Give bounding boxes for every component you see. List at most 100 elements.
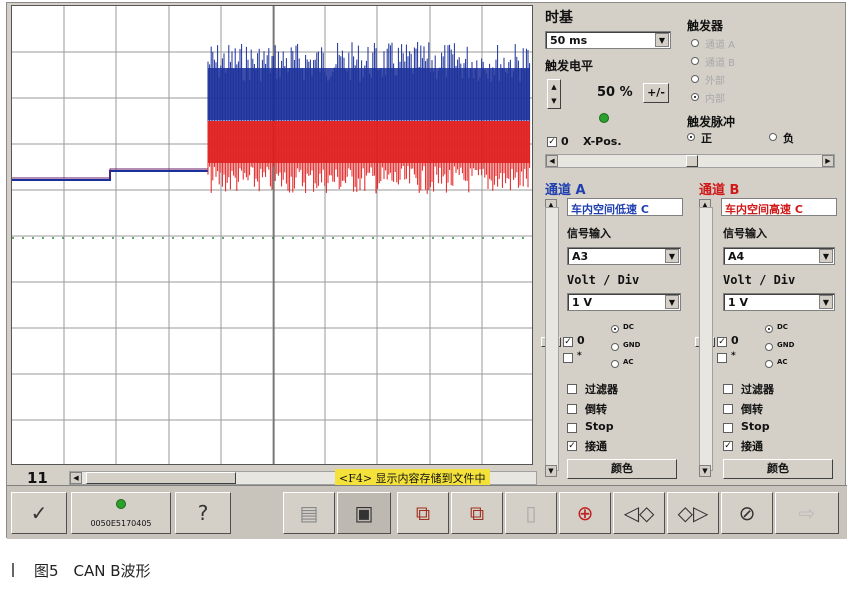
channel-b-color-button[interactable]: 颜色 xyxy=(723,459,833,479)
channel-a-stop-checkbox[interactable] xyxy=(567,423,577,433)
xpos-label: X-Pos. xyxy=(583,135,622,148)
channel-a-offset-track[interactable] xyxy=(545,207,559,471)
trigger-source-int-label: 内部 xyxy=(705,94,725,105)
help-icon: ? xyxy=(197,501,209,525)
channel-a-filter-checkbox[interactable] xyxy=(567,384,577,394)
channel-b-aux-label: * xyxy=(731,351,736,361)
channel-a-invert-checkbox[interactable] xyxy=(567,404,577,414)
caption-text: 图5 CAN B波形 xyxy=(34,562,151,580)
next-icon: ⇨ xyxy=(798,501,816,525)
chevron-down-icon: ▼ xyxy=(655,33,669,47)
channel-b-offset-track[interactable] xyxy=(699,207,713,471)
channel-b-zero-label: 0 xyxy=(731,334,739,347)
save-button[interactable]: ▣ xyxy=(337,492,391,534)
channel-b-volt-value: 1 V xyxy=(728,296,748,309)
trigger-level-label: 触发电平 xyxy=(545,59,594,73)
trigger-source-b-label: 通道 B xyxy=(705,58,736,69)
chevron-left-icon[interactable]: ◀ xyxy=(546,155,558,167)
xpos-scrollbar[interactable]: ◀ ▶ xyxy=(545,154,835,168)
channel-a-dc-radio[interactable] xyxy=(611,325,619,333)
device-status-button[interactable]: 0050E5170405 xyxy=(71,492,171,534)
channel-a-gnd-radio[interactable] xyxy=(611,343,619,351)
timebase-label: 时基 xyxy=(545,10,573,26)
channel-b-zero-checkbox[interactable]: ✓ xyxy=(717,337,727,347)
caption-bar xyxy=(12,563,14,577)
erase-button[interactable]: ⊘ xyxy=(721,492,773,534)
trigger-level-spinner[interactable]: ▲ ▼ xyxy=(547,79,561,109)
timebase-select[interactable]: 50 ms ▼ xyxy=(545,31,671,49)
chevron-down-icon: ▼ xyxy=(819,295,833,309)
channel-a-aux-label: * xyxy=(577,351,582,361)
channel-b-volt-select[interactable]: 1 V ▼ xyxy=(723,293,835,311)
trigger-source-b-radio[interactable] xyxy=(691,57,699,65)
channel-a-connect-label: 接通 xyxy=(585,440,607,453)
channel-a-ac-label: AC xyxy=(623,358,634,366)
channel-b-connect-checkbox[interactable]: ✓ xyxy=(723,441,733,451)
xpos-zero-label: 0 xyxy=(561,135,569,148)
chevron-right-icon[interactable]: ▶ xyxy=(822,155,834,167)
channel-a-offset-down-icon[interactable]: ▼ xyxy=(545,465,557,477)
channel-a-zero-label: 0 xyxy=(577,334,585,347)
print-button[interactable]: ▤ xyxy=(283,492,335,534)
channel-a-title: 通道 A xyxy=(545,183,586,198)
chevron-down-icon: ▼ xyxy=(665,249,679,263)
channel-b-title: 通道 B xyxy=(699,183,740,198)
channel-b-connect-label: 接通 xyxy=(741,440,763,453)
channel-b-offset-down-icon[interactable]: ▼ xyxy=(699,465,711,477)
channel-a-volt-select[interactable]: 1 V ▼ xyxy=(567,293,681,311)
shift-right-button[interactable]: ◇▷ xyxy=(667,492,719,534)
pulse-negative-radio[interactable] xyxy=(769,133,777,141)
channel-b-filter-label: 过滤器 xyxy=(741,383,774,396)
trigger-source-a-radio[interactable] xyxy=(691,39,699,47)
channel-b-burst xyxy=(208,121,530,163)
channel-b-dc-radio[interactable] xyxy=(765,325,773,333)
pulse-positive-label: 正 xyxy=(701,132,712,145)
blank-icon: ▯ xyxy=(525,501,537,525)
blank-button[interactable]: ▯ xyxy=(505,492,557,534)
confirm-button[interactable]: ✓ xyxy=(11,492,67,534)
pulse-negative-label: 负 xyxy=(783,132,794,145)
zoom-button[interactable]: ⊕ xyxy=(559,492,611,534)
channel-a-stop-label: Stop xyxy=(585,420,614,433)
channel-b-gnd-radio[interactable] xyxy=(765,343,773,351)
channel-b-stop-checkbox[interactable] xyxy=(723,423,733,433)
channel-b-signal-select[interactable]: A4 ▼ xyxy=(723,247,835,265)
pulse-positive-radio[interactable] xyxy=(687,133,695,141)
waveform-display xyxy=(11,5,533,465)
channel-b-ac-radio[interactable] xyxy=(765,360,773,368)
trigger-title: 触发器 xyxy=(687,19,724,33)
record-scroll-thumb[interactable] xyxy=(86,472,236,484)
trigger-source-ext-radio[interactable] xyxy=(691,75,699,83)
channel-b-invert-checkbox[interactable] xyxy=(723,404,733,414)
channel-b-filter-checkbox[interactable] xyxy=(723,384,733,394)
next-button[interactable]: ⇨ xyxy=(775,492,839,534)
help-button[interactable]: ? xyxy=(175,492,231,534)
zoom-icon: ⊕ xyxy=(576,501,594,525)
figure-caption: 图5 CAN B波形 xyxy=(12,560,151,581)
channel-a-connect-checkbox[interactable]: ✓ xyxy=(567,441,577,451)
channel-a-color-button[interactable]: 颜色 xyxy=(567,459,677,479)
channel-a-signal-select[interactable]: A3 ▼ xyxy=(567,247,681,265)
chevron-left-icon[interactable]: ◀ xyxy=(70,472,82,484)
trigger-source-ext-label: 外部 xyxy=(705,76,725,87)
trigger-source-int-radio[interactable] xyxy=(691,93,699,101)
xpos-scroll-thumb[interactable] xyxy=(686,155,698,167)
oscilloscope-window: 时基 50 ms ▼ 触发器 通道 A 通道 B 外部 内部 触发电平 ▲ ▼ 5… xyxy=(6,2,847,539)
trigger-level-value: 50 % xyxy=(597,85,633,100)
erase-icon: ⊘ xyxy=(738,501,756,525)
copy-button[interactable]: ⧉ xyxy=(397,492,449,534)
channel-b-signal-label: 信号输入 xyxy=(723,227,767,240)
channel-b-aux-checkbox[interactable] xyxy=(717,353,727,363)
channel-a-aux-checkbox[interactable] xyxy=(563,353,573,363)
status-led-icon xyxy=(116,499,126,509)
channel-a-name-field[interactable]: 车内空间低速 C xyxy=(567,198,683,216)
xpos-checkbox[interactable]: ✓ xyxy=(547,137,557,147)
trigger-polarity-button[interactable]: +/- xyxy=(643,83,669,103)
channel-b-name-field[interactable]: 车内空间高速 C xyxy=(721,198,837,216)
paste-button[interactable]: ⧉ xyxy=(451,492,503,534)
channel-a-ac-radio[interactable] xyxy=(611,360,619,368)
save-icon: ▣ xyxy=(354,501,374,525)
shift-left-button[interactable]: ◁◇ xyxy=(613,492,665,534)
status-hint: <F4> 显示内容存储到文件中 xyxy=(335,469,490,485)
channel-a-zero-checkbox[interactable]: ✓ xyxy=(563,337,573,347)
